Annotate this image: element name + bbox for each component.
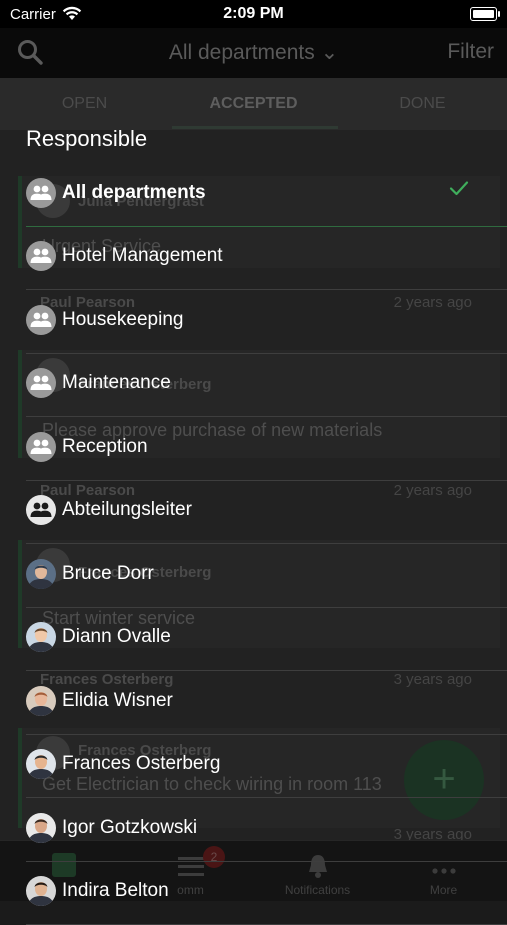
separator <box>26 416 507 417</box>
group-icon <box>26 305 56 335</box>
picker-item-label: Indira Belton <box>62 880 169 901</box>
filter-button[interactable]: Filter <box>447 40 494 64</box>
avatar-indira-belton <box>26 876 56 906</box>
status-bar: Carrier 2:09 PM <box>0 0 507 28</box>
picker-item-label: Diann Ovalle <box>62 626 171 647</box>
picker-item-frances-osterberg[interactable]: Frances Osterberg <box>26 735 507 798</box>
picker-item-hotel-management[interactable]: Hotel Management <box>26 227 507 290</box>
picker-item-label: Bruce Dorr <box>62 563 154 584</box>
picker-item-all-departments[interactable]: All departments <box>26 164 507 227</box>
picker-item-abteilungsleiter[interactable]: Abteilungsleiter <box>26 481 507 544</box>
nav-bar: All departments ⌄ Filter <box>0 28 507 78</box>
separator <box>26 670 507 671</box>
avatar-bruce-dorr <box>26 559 56 589</box>
separator <box>26 797 507 798</box>
picker-item-reception[interactable]: Reception <box>26 418 507 481</box>
avatar-diann-ovalle <box>26 622 56 652</box>
picker-item-label: Maintenance <box>62 372 171 393</box>
picker-item-maintenance[interactable]: Maintenance <box>26 354 507 417</box>
picker-item-bruce-dorr[interactable]: Bruce Dorr <box>26 545 507 608</box>
picker-item-label: Elidia Wisner <box>62 690 173 711</box>
group-icon <box>26 495 56 525</box>
picker-item-housekeeping[interactable]: Housekeeping <box>26 291 507 354</box>
picker-heading: Responsible <box>26 126 148 151</box>
picker-item-label: Hotel Management <box>62 245 223 266</box>
picker-item-igor-gotzkowski[interactable]: Igor Gotzkowski <box>26 799 507 862</box>
battery-icon <box>470 7 500 21</box>
picker-item-label: Housekeeping <box>62 309 184 330</box>
department-selector[interactable]: All departments ⌄ <box>0 40 507 65</box>
group-icon <box>26 241 56 271</box>
group-icon <box>26 432 56 462</box>
avatar-frances-osterberg <box>26 749 56 779</box>
picker-item-label: All departments <box>62 182 206 203</box>
picker-item-label: Igor Gotzkowski <box>62 817 198 838</box>
avatar-elidia-wisner <box>26 686 56 716</box>
responsible-picker: Responsible All departments Hotel Managem… <box>0 78 507 925</box>
group-icon <box>26 178 56 208</box>
picker-item-label: Reception <box>62 436 148 457</box>
picker-item-indira-belton[interactable]: Indira Belton <box>26 862 507 925</box>
picker-item-diann-ovalle[interactable]: Diann Ovalle <box>26 608 507 671</box>
clock: 2:09 PM <box>223 5 284 22</box>
separator <box>26 543 507 544</box>
picker-item-elidia-wisner[interactable]: Elidia Wisner <box>26 672 507 735</box>
avatar-igor-gotzkowski <box>26 813 56 843</box>
group-icon <box>26 368 56 398</box>
separator <box>26 289 507 290</box>
picker-item-label: Frances Osterberg <box>62 753 221 774</box>
checkmark-icon <box>449 180 469 201</box>
picker-item-label: Abteilungsleiter <box>62 499 192 520</box>
